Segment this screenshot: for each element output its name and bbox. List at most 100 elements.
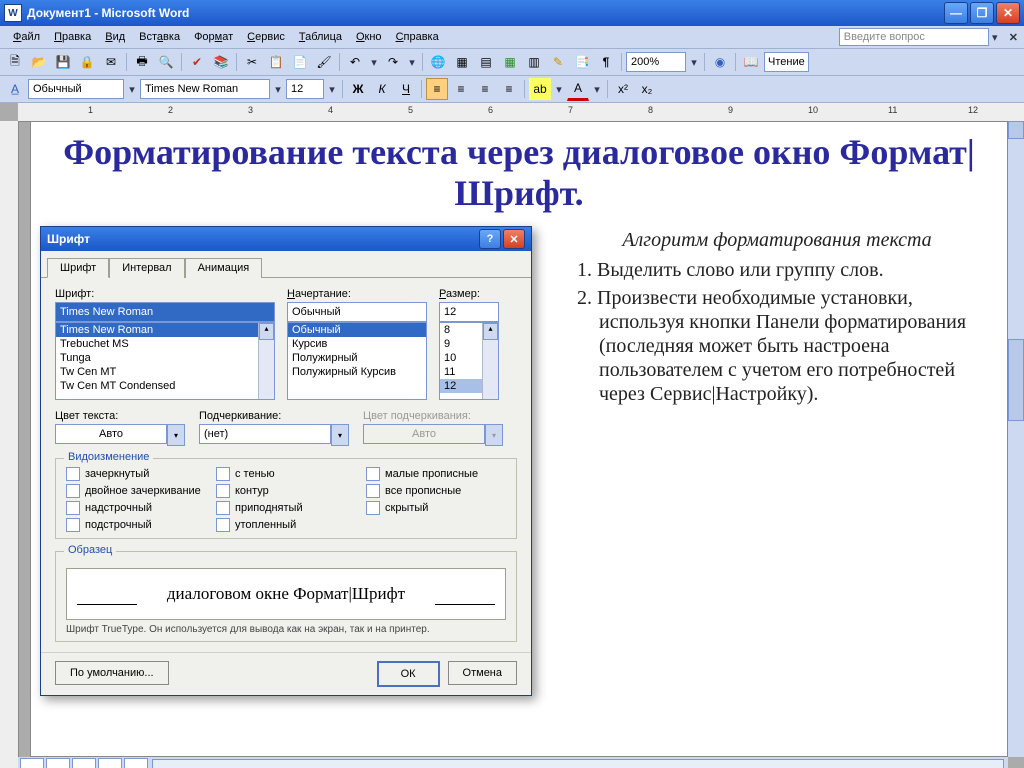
help-icon[interactable]: ◉ [709,51,731,73]
chk-strikethrough[interactable]: зачеркнутый [66,467,206,481]
style-dd-icon[interactable]: ▾ [126,83,138,96]
list-item[interactable]: Tw Cen MT [56,365,274,379]
excel-icon[interactable]: ▦ [499,51,521,73]
scroll-up-icon[interactable]: ▴ [259,323,274,340]
doc-close-icon[interactable]: ✕ [1009,31,1018,44]
maximize-button[interactable]: ❐ [970,2,994,24]
dialog-help-button[interactable]: ? [479,229,501,249]
zoom-dropdown-icon[interactable]: ▾ [688,56,700,69]
chk-outline[interactable]: контур [216,484,356,498]
fontcolor-dd-icon[interactable]: ▾ [591,83,603,96]
chk-superscript[interactable]: надстрочный [66,501,206,515]
new-doc-icon[interactable]: 🗎 [4,51,26,73]
styles-pane-icon[interactable]: A̲ [4,78,26,100]
menu-insert[interactable]: Вставка [132,29,187,45]
align-left-icon[interactable]: ≡ [426,78,448,100]
scroll-up-icon[interactable]: ▴ [483,323,498,340]
menu-window[interactable]: Окно [349,29,389,45]
list-item[interactable]: Курсив [288,337,426,351]
horizontal-scrollbar[interactable] [152,759,1004,768]
align-center-icon[interactable]: ≡ [450,78,472,100]
tab-animation[interactable]: Анимация [185,258,263,278]
permissions-icon[interactable]: 🔒 [76,51,98,73]
size-dd-icon[interactable]: ▾ [326,83,338,96]
menu-table[interactable]: Таблица [292,29,349,45]
hyperlink-icon[interactable]: 🌐 [427,51,449,73]
font-color-icon[interactable]: A [567,77,589,101]
columns-icon[interactable]: ▥ [523,51,545,73]
copy-icon[interactable]: 📋 [265,51,287,73]
scroll-thumb[interactable] [1008,339,1024,421]
help-dropdown-icon[interactable]: ▾ [989,31,1001,44]
chevron-down-icon[interactable]: ▾ [331,424,349,446]
menu-view[interactable]: Вид [98,29,132,45]
cut-icon[interactable]: ✂ [241,51,263,73]
style-combo[interactable]: Обычный [28,79,124,99]
menu-format[interactable]: Формат [187,29,240,45]
format-painter-icon[interactable]: 🖌 [313,51,335,73]
cancel-button[interactable]: Отмена [448,661,517,685]
bold-icon[interactable]: Ж [347,78,369,100]
list-item[interactable]: Times New Roman [56,323,274,337]
doc-map-icon[interactable]: 📑 [571,51,593,73]
list-item[interactable]: Полужирный [288,351,426,365]
highlight-dd-icon[interactable]: ▾ [553,83,565,96]
font-dd-icon[interactable]: ▾ [272,83,284,96]
ok-button[interactable]: ОК [377,661,440,687]
view-normal-icon[interactable] [20,758,44,768]
redo-dropdown-icon[interactable]: ▾ [406,56,418,69]
chk-hidden[interactable]: скрытый [366,501,506,515]
list-item[interactable]: Обычный [288,323,426,337]
print-icon[interactable]: 🖶 [131,51,153,73]
align-right-icon[interactable]: ≡ [474,78,496,100]
tab-spacing[interactable]: Интервал [109,258,184,278]
menu-tools[interactable]: Сервис [240,29,292,45]
chk-engrave[interactable]: утопленный [216,518,356,532]
list-item[interactable]: Полужирный Курсив [288,365,426,379]
undo-icon[interactable]: ↶ [344,51,366,73]
redo-icon[interactable]: ↷ [382,51,404,73]
style-input[interactable]: Обычный [287,302,427,322]
minimize-button[interactable]: — [944,2,968,24]
list-item[interactable]: Tw Cen MT Condensed [56,379,274,393]
align-justify-icon[interactable]: ≡ [498,78,520,100]
subscript-icon[interactable]: x₂ [636,78,658,100]
chk-emboss[interactable]: приподнятый [216,501,356,515]
list-item[interactable]: Trebuchet MS [56,337,274,351]
font-input[interactable]: Times New Roman [55,302,275,322]
show-marks-icon[interactable]: ¶ [595,51,617,73]
view-outline-icon[interactable] [98,758,122,768]
mail-icon[interactable]: ✉ [100,51,122,73]
default-button[interactable]: По умолчанию... [55,661,169,685]
dialog-close-button[interactable]: ✕ [503,229,525,249]
font-color-combo[interactable]: Авто▾ [55,424,185,446]
chevron-down-icon[interactable]: ▾ [167,424,185,446]
drawing-icon[interactable]: ✎ [547,51,569,73]
view-web-icon[interactable] [46,758,70,768]
tab-font[interactable]: Шрифт [47,258,109,278]
open-icon[interactable]: 📂 [28,51,50,73]
size-listbox[interactable]: 8 9 10 11 12 ▴ [439,322,499,400]
vertical-ruler[interactable] [0,121,19,768]
spellcheck-icon[interactable]: ✔ [186,51,208,73]
help-search-input[interactable]: Введите вопрос [839,28,989,46]
font-combo[interactable]: Times New Roman [140,79,270,99]
zoom-combo[interactable]: 200% [626,52,686,72]
menu-help[interactable]: Справка [389,29,446,45]
font-listbox[interactable]: Times New Roman Trebuchet MS Tunga Tw Ce… [55,322,275,400]
tables-borders-icon[interactable]: ▦ [451,51,473,73]
scroll-up-icon[interactable] [1008,121,1024,139]
menu-file[interactable]: Файл [6,29,47,45]
chk-allcaps[interactable]: все прописные [366,484,506,498]
horizontal-ruler[interactable]: 1 2 3 4 5 6 7 8 9 10 11 12 [18,103,1024,122]
view-print-icon[interactable] [72,758,96,768]
undo-dropdown-icon[interactable]: ▾ [368,56,380,69]
menu-edit[interactable]: Правка [47,29,98,45]
underline-combo[interactable]: (нет)▾ [199,424,349,446]
save-icon[interactable]: 💾 [52,51,74,73]
view-read-icon[interactable] [124,758,148,768]
highlight-icon[interactable]: ab [529,78,551,100]
list-item[interactable]: Tunga [56,351,274,365]
superscript-icon[interactable]: x² [612,78,634,100]
chk-shadow[interactable]: с тенью [216,467,356,481]
